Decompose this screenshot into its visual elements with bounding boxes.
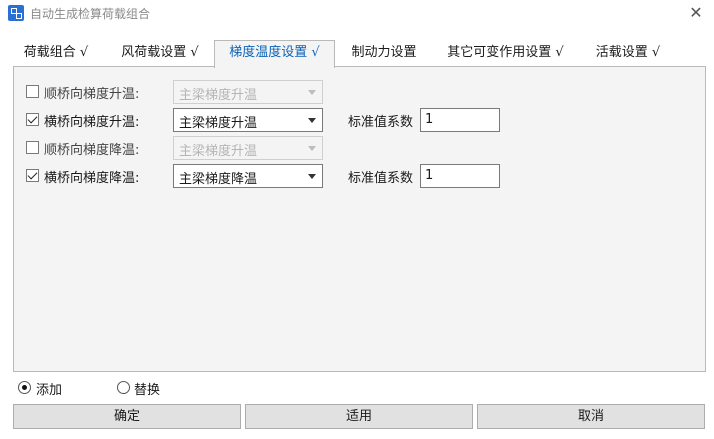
select-value: 主梁梯度降温 [179, 172, 258, 187]
transverse-cooling-coef-label: 标准值系数 [348, 171, 414, 186]
tab-gradient-temperature[interactable]: 梯度温度设置 √ [214, 40, 335, 68]
tab-wind-load[interactable]: 风荷载设置 √ [112, 41, 208, 67]
longitudinal-cooling-label: 顺桥向梯度降温: [44, 143, 140, 158]
transverse-heating-select[interactable]: 主梁梯度升温 [173, 108, 323, 132]
longitudinal-heating-checkbox[interactable] [26, 85, 39, 98]
replace-radio-label[interactable]: 替换 [134, 379, 160, 398]
select-value: 主梁梯度升温 [179, 144, 258, 159]
chevron-down-icon [308, 146, 316, 151]
transverse-heating-coef-input[interactable]: 1 [420, 108, 500, 132]
cancel-button[interactable]: 取消 [477, 404, 705, 429]
window-title: 自动生成检算荷载组合 [30, 7, 151, 21]
transverse-cooling-select[interactable]: 主梁梯度降温 [173, 164, 323, 188]
chevron-down-icon [308, 118, 316, 123]
transverse-heating-coef-label: 标准值系数 [348, 115, 414, 130]
close-button[interactable]: ✕ [684, 2, 708, 24]
tab-braking-force[interactable]: 制动力设置 [344, 41, 424, 67]
longitudinal-heating-select: 主梁梯度升温 [173, 80, 323, 104]
transverse-heating-checkbox[interactable] [26, 113, 39, 126]
transverse-cooling-coef-input[interactable]: 1 [420, 164, 500, 188]
tab-live-load[interactable]: 活载设置 √ [589, 41, 667, 67]
transverse-cooling-label: 横桥向梯度降温: [44, 171, 140, 186]
select-value: 主梁梯度升温 [179, 116, 258, 131]
app-icon [8, 5, 24, 21]
tab-load-combination[interactable]: 荷载组合 √ [17, 41, 95, 67]
chevron-down-icon [308, 174, 316, 179]
longitudinal-heating-label: 顺桥向梯度升温: [44, 87, 140, 102]
close-icon: ✕ [689, 3, 703, 22]
transverse-heating-label: 横桥向梯度升温: [44, 115, 140, 130]
ok-button[interactable]: 确定 [13, 404, 241, 429]
chevron-down-icon [308, 90, 316, 95]
title-bar: 自动生成检算荷载组合 ✕ [0, 0, 714, 26]
add-radio-label[interactable]: 添加 [36, 379, 62, 398]
replace-radio[interactable] [117, 381, 130, 394]
select-value: 主梁梯度升温 [179, 88, 258, 103]
tab-panel: 顺桥向梯度升温: 主梁梯度升温 横桥向梯度升温: 主梁梯度升温 标准值系数 1 … [13, 66, 706, 372]
longitudinal-cooling-checkbox[interactable] [26, 141, 39, 154]
transverse-cooling-checkbox[interactable] [26, 169, 39, 182]
longitudinal-cooling-select: 主梁梯度升温 [173, 136, 323, 160]
add-radio[interactable] [18, 381, 31, 394]
tab-other-variable-actions[interactable]: 其它可变作用设置 √ [438, 41, 573, 67]
apply-button[interactable]: 适用 [245, 404, 473, 429]
